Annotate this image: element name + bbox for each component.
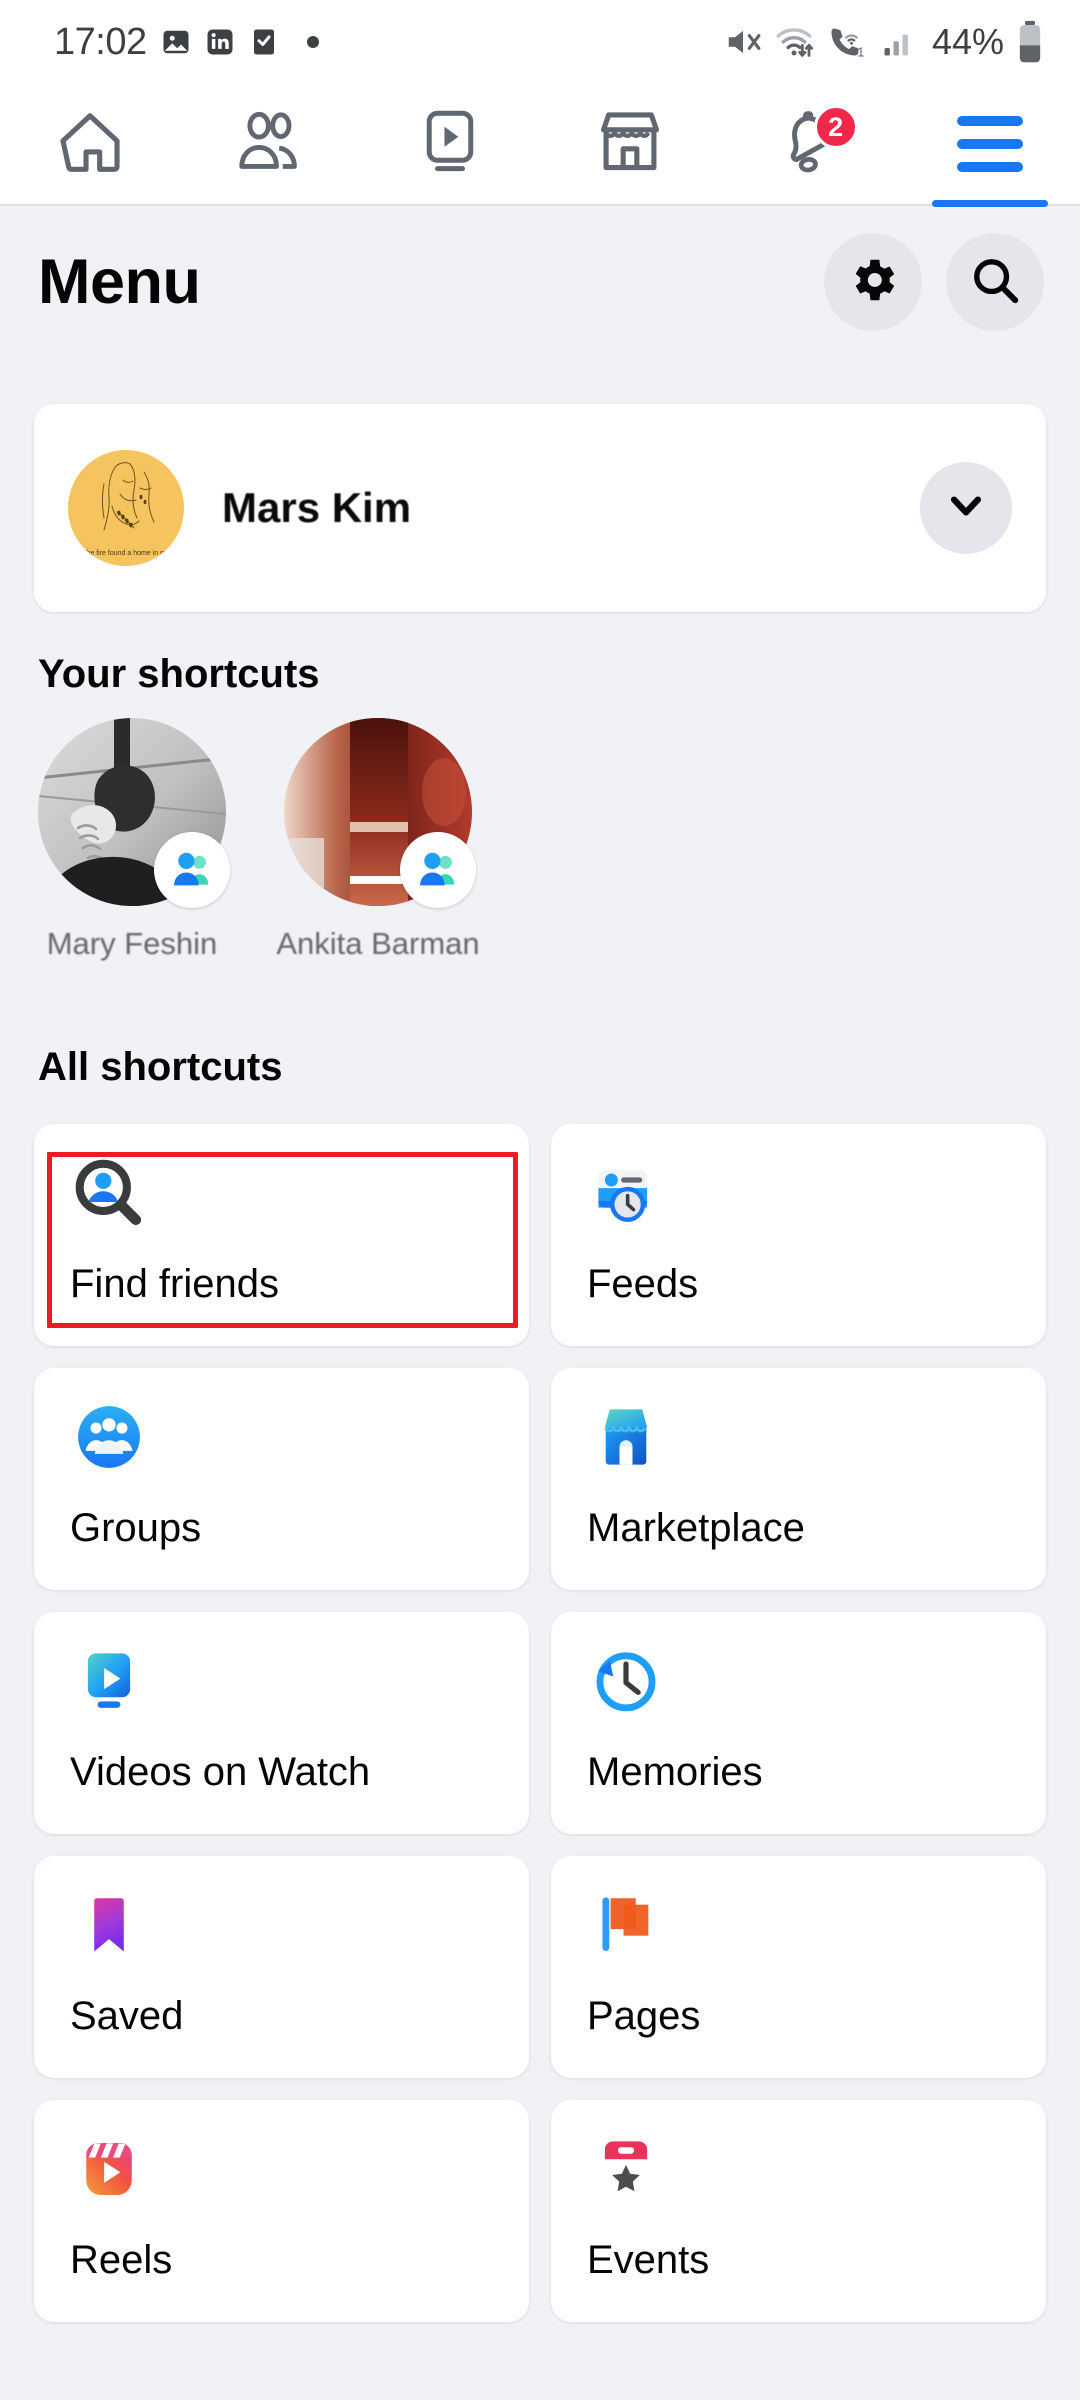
header-actions (824, 233, 1044, 331)
shortcut-card-label: Memories (587, 1750, 763, 1794)
shortcut-card-label: Groups (70, 1506, 202, 1550)
feeds-icon (587, 1154, 665, 1232)
profile-expand-button[interactable] (920, 462, 1012, 554)
group-badge-icon (154, 832, 230, 908)
shortcut-avatar-item[interactable]: Mary Feshin (38, 718, 230, 962)
shortcut-card-label: Videos on Watch (70, 1750, 371, 1794)
top-navigation-bar: 2 (0, 83, 1080, 207)
shortcut-card-memories[interactable]: Memories (551, 1612, 1046, 1834)
pages-flag-icon (587, 1886, 665, 1964)
nav-tab-video[interactable] (360, 83, 540, 205)
shortcut-avatar-wrapper (284, 718, 476, 908)
shortcut-card-label: Marketplace (587, 1506, 805, 1550)
all-shortcuts-heading: All shortcuts (38, 1045, 283, 1089)
find-friends-icon (70, 1154, 148, 1232)
settings-button[interactable] (824, 233, 922, 331)
dot-icon (305, 34, 321, 50)
shortcut-card-events[interactable]: Events (551, 2100, 1046, 2322)
home-icon (53, 105, 127, 184)
shortcut-name: Mary Feshin (46, 926, 218, 961)
events-calendar-icon (587, 2130, 665, 2208)
chevron-down-icon (944, 484, 988, 533)
avatar: The fire found a home in me (68, 450, 184, 566)
status-bar-left: 17:02 (54, 21, 321, 64)
shortcut-card-reels[interactable]: Reels (34, 2100, 529, 2322)
friends-icon (232, 105, 308, 184)
profile-card[interactable]: The fire found a home in me Mars Kim (34, 404, 1046, 612)
signal-bars-icon (880, 24, 916, 60)
nav-tab-home[interactable] (0, 83, 180, 205)
nav-tab-notifications[interactable]: 2 (720, 83, 900, 205)
shortcut-card-marketplace[interactable]: Marketplace (551, 1368, 1046, 1590)
status-bar-right: 1 44% (724, 20, 1044, 64)
shortcut-card-label: Reels (70, 2238, 173, 2282)
nav-tab-marketplace[interactable] (540, 83, 720, 205)
page-header: Menu (0, 218, 1080, 346)
status-bar-clock: 17:02 (54, 20, 147, 63)
shortcut-card-label: Find friends (70, 1262, 279, 1306)
wifi-calling-icon: 1 (826, 23, 868, 61)
group-badge-icon (400, 832, 476, 908)
videos-watch-icon (70, 1642, 148, 1720)
gear-icon (846, 253, 900, 312)
shortcut-card-groups[interactable]: Groups (34, 1368, 529, 1590)
shortcut-card-saved[interactable]: Saved (34, 1856, 529, 2078)
memories-icon (587, 1642, 665, 1720)
shortcut-card-feeds[interactable]: Feeds (551, 1124, 1046, 1346)
your-shortcuts-list: Mary Feshin Ankita Barman (38, 718, 480, 962)
all-shortcuts-grid: Find friends Feeds Groups Marketplace Vi… (34, 1124, 1046, 2322)
search-icon (968, 253, 1022, 312)
mute-icon (724, 23, 762, 61)
search-button[interactable] (946, 233, 1044, 331)
tasks-icon (249, 27, 279, 57)
shortcut-avatar-wrapper (38, 718, 230, 908)
video-play-icon (414, 105, 486, 184)
shortcut-card-pages[interactable]: Pages (551, 1856, 1046, 2078)
battery-icon (1016, 20, 1044, 64)
nav-tab-menu[interactable] (900, 83, 1080, 207)
svg-text:1: 1 (857, 45, 864, 59)
profile-name: Mars Kim (222, 484, 412, 531)
wifi-transfer-icon (774, 22, 814, 62)
linkedin-icon (205, 27, 235, 57)
status-bar: 17:02 1 44% (0, 0, 1080, 84)
marketplace-icon (587, 1398, 665, 1476)
hamburger-icon (957, 116, 1023, 172)
battery-percent-label: 44% (931, 21, 1004, 62)
shortcut-card-find-friends[interactable]: Find friends (34, 1124, 529, 1346)
shortcut-card-label: Saved (70, 1994, 184, 2038)
shortcut-card-label: Events (587, 2238, 710, 2282)
menu-screen: 17:02 1 44% 2 Menu The fire found a home… (0, 0, 1080, 2400)
nav-tab-friends[interactable] (180, 83, 360, 205)
storefront-icon (593, 105, 667, 184)
reels-icon (70, 2130, 148, 2208)
saved-bookmark-icon (70, 1886, 148, 1964)
notifications-badge: 2 (813, 105, 858, 149)
shortcut-card-videos-on-watch[interactable]: Videos on Watch (34, 1612, 529, 1834)
photo-icon (161, 27, 191, 57)
your-shortcuts-heading: Your shortcuts (38, 652, 320, 696)
avatar-caption: The fire found a home in me (82, 550, 170, 557)
groups-icon (70, 1398, 148, 1476)
shortcut-card-label: Feeds (587, 1262, 699, 1306)
shortcut-card-label: Pages (587, 1994, 701, 2038)
shortcut-avatar-item[interactable]: Ankita Barman (276, 718, 480, 962)
page-title: Menu (38, 247, 201, 317)
shortcut-name: Ankita Barman (276, 926, 480, 961)
